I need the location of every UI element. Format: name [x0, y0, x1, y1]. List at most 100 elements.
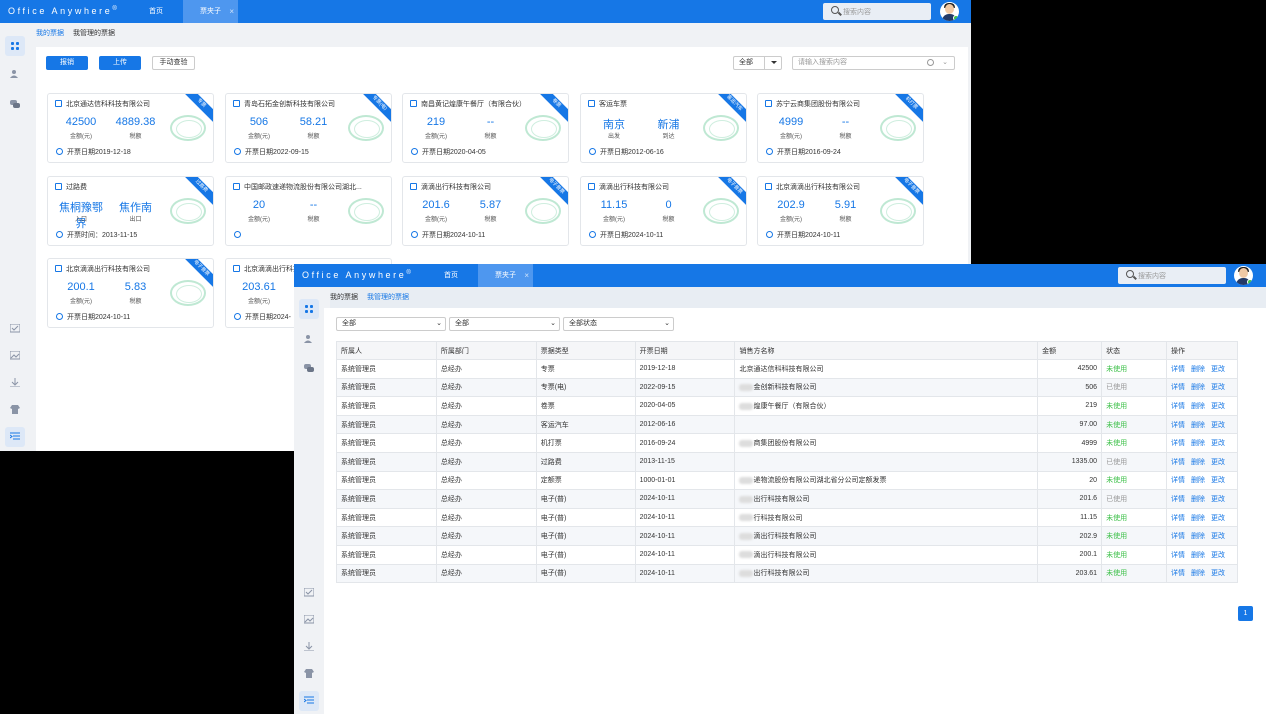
subnav-managed-tickets[interactable]: 我管理的票据 [73, 30, 115, 37]
details-link[interactable]: 详情 [1171, 477, 1185, 484]
edit-link[interactable]: 更改 [1211, 403, 1225, 410]
edit-link[interactable]: 更改 [1211, 570, 1225, 577]
search-input[interactable]: 请输入搜索内容 ⌄ [792, 56, 955, 70]
redacted-text [739, 439, 754, 447]
details-link[interactable]: 详情 [1171, 384, 1185, 391]
sidebar-image-icon[interactable] [5, 346, 25, 366]
delete-link[interactable]: 删除 [1191, 496, 1205, 503]
filter-select[interactable]: 全部 [733, 56, 782, 70]
edit-link[interactable]: 更改 [1211, 440, 1225, 447]
user-avatar[interactable] [940, 2, 959, 21]
cell-text: 未使用 [1106, 440, 1128, 448]
owner-filter-select[interactable]: 全部 ⌄ [336, 317, 446, 331]
global-search[interactable]: 搜索内容 [823, 3, 931, 20]
sidebar-contacts-icon[interactable] [5, 64, 25, 84]
ticket-seller-name: 客运车票 [599, 101, 627, 108]
ticket-card[interactable]: 中国邮政速递物流股份有限公司湖北... 20 -- 金额(元) 税额 [225, 176, 392, 246]
tab-home[interactable]: 首页 [134, 0, 178, 23]
details-link[interactable]: 详情 [1171, 496, 1185, 503]
global-search[interactable]: 搜索内容 [1118, 267, 1226, 284]
edit-link[interactable]: 更改 [1211, 533, 1225, 540]
sidebar-check-icon[interactable] [5, 319, 25, 339]
subnav-managed-tickets[interactable]: 我管理的票据 [367, 294, 409, 301]
ticket-icon [233, 100, 240, 107]
table-row: 系统管理员 总经办 机打票 2016-09-24 商集团股份有限公司 4999 未使用 详情删… [336, 433, 1239, 453]
delete-link[interactable]: 删除 [1191, 515, 1205, 522]
ticket-card[interactable]: 北京滴滴出行科技有限公司 电子普票 200.1 5.83 金额(元) 税额 开票日期2024… [47, 258, 214, 328]
column-header: 状态 [1101, 341, 1167, 360]
reimburse-button[interactable]: 报销 [46, 56, 88, 70]
sidebar-apps-icon[interactable] [5, 36, 25, 56]
tab-home[interactable]: 首页 [429, 264, 473, 287]
delete-link[interactable]: 删除 [1191, 533, 1205, 540]
ticket-card[interactable]: 北京滴滴出行科技有限公司 电子普票 202.9 5.91 金额(元) 税额 开票日期2024… [757, 176, 924, 246]
tab-close-icon[interactable]: × [229, 0, 234, 23]
edit-link[interactable]: 更改 [1211, 515, 1225, 522]
ticket-card[interactable]: 滴滴出行科技有限公司 电子普票 201.6 5.87 金额(元) 税额 开票日期2024-1… [402, 176, 569, 246]
delete-link[interactable]: 删除 [1191, 552, 1205, 559]
delete-link[interactable]: 删除 [1191, 440, 1205, 447]
date-cell: 2020-04-05 [634, 396, 736, 416]
tab-close-icon[interactable]: × [524, 264, 529, 287]
tab-ticket-folder[interactable]: 票夹子 × [183, 0, 238, 23]
ticket-card[interactable]: 苏宁云商集团股份有限公司 机打票 4999 -- 金额(元) 税额 开票日期2016-09-… [757, 93, 924, 163]
details-link[interactable]: 详情 [1171, 570, 1185, 577]
status-filter-select[interactable]: 全部状态 ⌄ [563, 317, 674, 331]
owner-cell: 系统管理员 [336, 470, 437, 491]
details-link[interactable]: 详情 [1171, 440, 1185, 447]
sidebar-download-icon[interactable] [5, 373, 25, 393]
upload-button[interactable]: 上传 [99, 56, 141, 70]
date-cell: 2016-09-24 [634, 433, 736, 453]
edit-link[interactable]: 更改 [1211, 459, 1225, 466]
delete-link[interactable]: 删除 [1191, 459, 1205, 466]
sidebar-shirt-icon[interactable] [299, 664, 319, 684]
ticket-card[interactable]: 北京通达信科科技有限公司 专票 42500 4889.38 金额(元) 税额 开票日期201… [47, 93, 214, 163]
delete-link[interactable]: 删除 [1191, 403, 1205, 410]
details-link[interactable]: 详情 [1171, 422, 1185, 429]
sidebar-shirt-icon[interactable] [5, 400, 25, 420]
edit-link[interactable]: 更改 [1211, 366, 1225, 373]
ticket-card[interactable]: 滴滴出行科技有限公司 电子普票 11.15 0 金额(元) 税额 开票日期2024-10-1… [580, 176, 747, 246]
sidebar-list-icon[interactable] [5, 427, 25, 447]
cell-text: 机打票 [540, 440, 562, 448]
details-link[interactable]: 详情 [1171, 552, 1185, 559]
details-link[interactable]: 详情 [1171, 403, 1185, 410]
delete-link[interactable]: 删除 [1191, 422, 1205, 429]
sidebar-chat-icon[interactable] [5, 95, 25, 115]
details-link[interactable]: 详情 [1171, 533, 1185, 540]
redacted-text [739, 402, 754, 410]
ticket-card[interactable]: 南昌黄记煌康午餐厅（有限合伙） 卷票 219 -- 金额(元) 税额 开票日期2020-04… [402, 93, 569, 163]
status-cell: 未使用 [1101, 526, 1167, 546]
user-avatar[interactable] [1234, 266, 1253, 285]
delete-link[interactable]: 删除 [1191, 366, 1205, 373]
subnav-my-tickets[interactable]: 我的票据 [36, 30, 64, 37]
sidebar-apps-icon[interactable] [299, 299, 319, 319]
edit-link[interactable]: 更改 [1211, 384, 1225, 391]
sidebar-image-icon[interactable] [299, 610, 319, 630]
ticket-card[interactable]: 客运车票 客运汽车 南京 新浦 出发 到达 开票日期2012-06-16 [580, 93, 747, 163]
sidebar-chat-icon[interactable] [299, 359, 319, 379]
edit-link[interactable]: 更改 [1211, 552, 1225, 559]
type-filter-select[interactable]: 全部 ⌄ [449, 317, 560, 331]
subnav-my-tickets[interactable]: 我的票据 [330, 294, 358, 301]
edit-link[interactable]: 更改 [1211, 477, 1225, 484]
ticket-card[interactable]: 青岛石拓金创新科技有限公司 专票(电) 506 58.21 金额(元) 税额 开票日期202… [225, 93, 392, 163]
details-link[interactable]: 详情 [1171, 515, 1185, 522]
sidebar-check-icon[interactable] [299, 583, 319, 603]
details-link[interactable]: 详情 [1171, 366, 1185, 373]
edit-link[interactable]: 更改 [1211, 496, 1225, 503]
manual-verify-button[interactable]: 手动查验 [152, 56, 195, 70]
sidebar-contacts-icon[interactable] [299, 329, 319, 349]
sidebar-download-icon[interactable] [299, 637, 319, 657]
ticket-card[interactable]: 过路费 过路费 焦桐豫鄂界 焦作南 入口 出口 开票时间：2013-11-15 [47, 176, 214, 246]
ticket-amount-label: 金额(元) [248, 217, 270, 223]
details-link[interactable]: 详情 [1171, 459, 1185, 466]
delete-link[interactable]: 删除 [1191, 570, 1205, 577]
table-view-window: Office Anywhere® 首页 票夹子 × 搜索内容 我的票据 我管理的票据… [294, 264, 1266, 714]
edit-link[interactable]: 更改 [1211, 422, 1225, 429]
sidebar-list-icon[interactable] [299, 691, 319, 711]
page-1-button[interactable]: 1 [1238, 606, 1253, 621]
delete-link[interactable]: 删除 [1191, 477, 1205, 484]
delete-link[interactable]: 删除 [1191, 384, 1205, 391]
tab-ticket-folder[interactable]: 票夹子 × [478, 264, 533, 287]
